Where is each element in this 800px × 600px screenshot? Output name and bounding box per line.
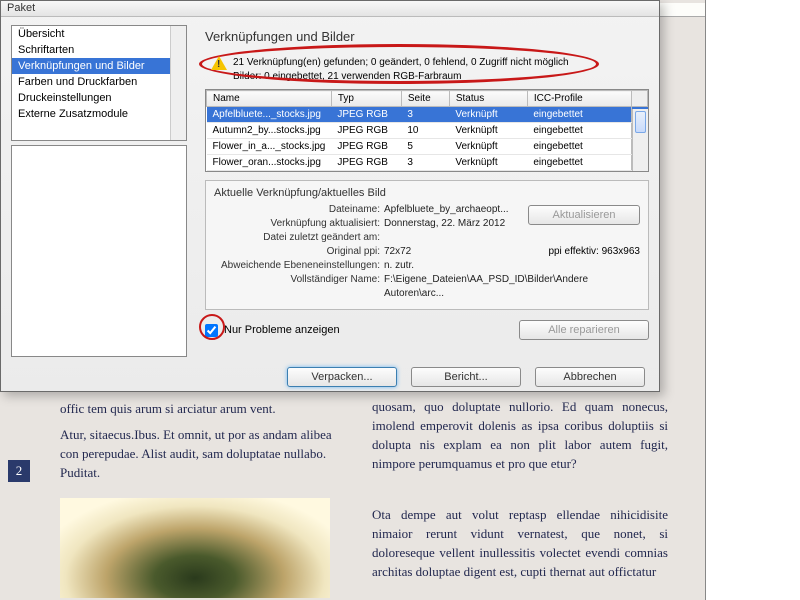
sidebar-item-overview[interactable]: Übersicht (12, 26, 186, 42)
cell-status: Verknüpft (449, 139, 527, 155)
sidebar-empty-list (11, 145, 187, 357)
detail-label: Dateiname: (214, 203, 384, 217)
cell-name: Flower_oran...stocks.jpg (207, 155, 332, 171)
sidebar-item-fonts[interactable]: Schriftarten (12, 42, 186, 58)
dialog-main: Verknüpfungen und Bilder 21 Verknüpfung(… (187, 25, 649, 357)
cell-typ: JPEG RGB (331, 139, 401, 155)
detail-label: Vollständiger Name: (214, 273, 384, 301)
sidebar-item-colors[interactable]: Farben und Druckfarben (12, 74, 186, 90)
dialog-button-row: Verpacken... Bericht... Abbrechen (1, 357, 659, 397)
cell-seite: 3 (401, 107, 449, 123)
grid-scroll-thumb[interactable] (635, 111, 646, 133)
show-problems-row: Nur Probleme anzeigen Alle reparieren (205, 320, 649, 340)
report-button[interactable]: Bericht... (411, 367, 521, 387)
cell-typ: JPEG RGB (331, 155, 401, 171)
cell-name: Autumn2_by...stocks.jpg (207, 123, 332, 139)
col-name[interactable]: Name (207, 91, 332, 107)
grid-scrollbar[interactable] (632, 109, 648, 171)
cell-typ: JPEG RGB (331, 123, 401, 139)
package-dialog: Paket Übersicht Schriftarten Verknüpfung… (0, 0, 660, 392)
cell-icc: eingebettet (527, 155, 631, 171)
dialog-title[interactable]: Paket (1, 1, 659, 17)
body-text-right-2: Ota dempe aut volut reptasp ellendae nih… (372, 506, 668, 581)
cell-icc: eingebettet (527, 107, 631, 123)
detail-value: n. zutr. (384, 259, 640, 273)
body-text-left-1: offic tem quis arum si arciatur arum ven… (60, 400, 335, 419)
table-row[interactable]: Flower_oran...stocks.jpgJPEG RGB3Verknüp… (207, 155, 648, 171)
table-row[interactable]: Flower_in_a..._stocks.jpgJPEG RGB5Verknü… (207, 139, 648, 155)
cell-seite: 10 (401, 123, 449, 139)
cell-status: Verknüpft (449, 107, 527, 123)
sidebar-list[interactable]: Übersicht Schriftarten Verknüpfungen und… (11, 25, 187, 141)
detail-title: Aktuelle Verknüpfung/aktuelles Bild (214, 187, 640, 199)
cell-typ: JPEG RGB (331, 107, 401, 123)
warning-icon (211, 56, 227, 70)
alert-line-1: 21 Verknüpfung(en) gefunden; 0 geändert,… (233, 56, 649, 70)
table-row[interactable]: Apfelbluete..._stocks.jpgJPEG RGB3Verknü… (207, 107, 648, 123)
page-number: 2 (8, 460, 30, 482)
detail-box: Aktuelle Verknüpfung/aktuelles Bild Aktu… (205, 180, 649, 310)
detail-label: Datei zuletzt geändert am: (214, 231, 384, 245)
page-edge (705, 0, 800, 600)
sidebar-item-links[interactable]: Verknüpfungen und Bilder (12, 58, 186, 74)
cell-name: Flower_in_a..._stocks.jpg (207, 139, 332, 155)
panel-heading: Verknüpfungen und Bilder (205, 25, 649, 54)
col-icc[interactable]: ICC-Profile (527, 91, 631, 107)
detail-value: 72x72 (384, 245, 488, 259)
cell-icc: eingebettet (527, 123, 631, 139)
detail-label: Original ppi: (214, 245, 384, 259)
col-page[interactable]: Seite (401, 91, 449, 107)
detail-row: Original ppi:72x72 ppi effektiv: 963x963 (214, 245, 640, 259)
body-text-right-1: quosam, quo doluptate nullorio. Ed quam … (372, 398, 668, 473)
detail-ppi-effective: ppi effektiv: 963x963 (548, 245, 640, 259)
show-problems-label: Nur Probleme anzeigen (224, 324, 340, 336)
detail-label: Abweichende Ebeneneinstellungen: (214, 259, 384, 273)
detail-value (384, 231, 640, 245)
cell-seite: 3 (401, 155, 449, 171)
detail-row: Abweichende Ebeneneinstellungen:n. zutr. (214, 259, 640, 273)
detail-row: Vollständiger Name:F:\Eigene_Dateien\AA_… (214, 273, 640, 301)
grid-scroll-header (632, 91, 648, 107)
alert-summary: 21 Verknüpfung(en) gefunden; 0 geändert,… (205, 54, 649, 89)
links-grid[interactable]: Name Typ Seite Status ICC-Profile Apfelb… (205, 89, 649, 172)
col-status[interactable]: Status (449, 91, 527, 107)
show-problems-checkbox[interactable] (205, 324, 218, 337)
col-type[interactable]: Typ (331, 91, 401, 107)
sidebar-item-plugins[interactable]: Externe Zusatzmodule (12, 106, 186, 122)
cell-name: Apfelbluete..._stocks.jpg (207, 107, 332, 123)
detail-row: Datei zuletzt geändert am: (214, 231, 640, 245)
body-text-left-2: Atur, sitaecus.Ibus. Et omnit, ut por as… (60, 426, 335, 483)
update-button[interactable]: Aktualisieren (528, 205, 640, 225)
placed-image (60, 498, 330, 598)
detail-value: F:\Eigene_Dateien\AA_PSD_ID\Bilder\Ander… (384, 273, 640, 301)
cell-status: Verknüpft (449, 123, 527, 139)
dialog-sidebar: Übersicht Schriftarten Verknüpfungen und… (11, 25, 187, 357)
detail-label: Verknüpfung aktualisiert: (214, 217, 384, 231)
sidebar-item-print[interactable]: Druckeinstellungen (12, 90, 186, 106)
repair-all-button[interactable]: Alle reparieren (519, 320, 649, 340)
cell-icc: eingebettet (527, 139, 631, 155)
package-button[interactable]: Verpacken... (287, 367, 397, 387)
cell-status: Verknüpft (449, 155, 527, 171)
table-row[interactable]: Autumn2_by...stocks.jpgJPEG RGB10Verknüp… (207, 123, 648, 139)
cancel-button[interactable]: Abbrechen (535, 367, 645, 387)
alert-line-2: Bilder: 0 eingebettet, 21 verwenden RGB-… (233, 70, 649, 84)
sidebar-scrollbar[interactable] (170, 26, 186, 140)
cell-seite: 5 (401, 139, 449, 155)
